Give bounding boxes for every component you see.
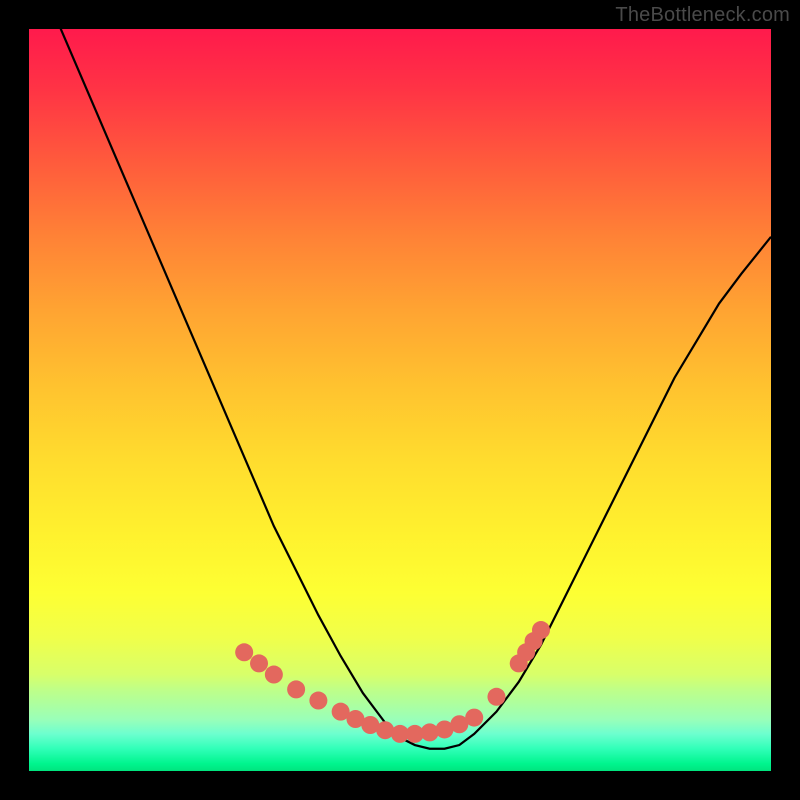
- curve-marker: [487, 688, 505, 706]
- curve-markers: [235, 621, 550, 743]
- curve-marker: [265, 666, 283, 684]
- watermark-text: TheBottleneck.com: [615, 4, 790, 27]
- curve-layer: [29, 29, 771, 771]
- bottleneck-curve: [29, 29, 771, 749]
- curve-marker: [465, 709, 483, 727]
- curve-marker: [532, 621, 550, 639]
- plot-area: [29, 29, 771, 771]
- chart-container: TheBottleneck.com: [0, 0, 800, 800]
- curve-marker: [421, 723, 439, 741]
- curve-marker: [235, 643, 253, 661]
- curve-marker: [309, 692, 327, 710]
- curve-marker: [287, 680, 305, 698]
- curve-marker: [250, 654, 268, 672]
